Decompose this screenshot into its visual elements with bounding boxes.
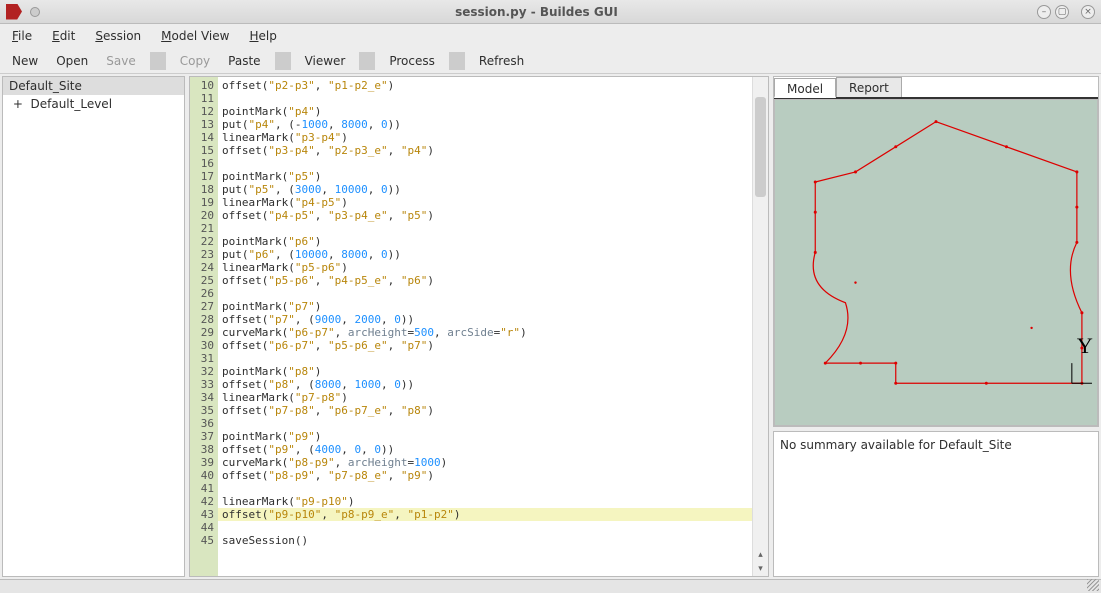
app-icon bbox=[6, 4, 22, 20]
statusbar bbox=[0, 579, 1101, 593]
toolbar-sep bbox=[275, 52, 291, 70]
code-line[interactable]: offset("p6-p7", "p5-p6_e", "p7") bbox=[218, 339, 752, 352]
code-line[interactable] bbox=[218, 521, 752, 534]
code-line[interactable] bbox=[218, 287, 752, 300]
menu-file[interactable]: File bbox=[4, 27, 40, 45]
code-line[interactable]: offset("p8", (8000, 1000, 0)) bbox=[218, 378, 752, 391]
code-line[interactable]: offset("p7-p8", "p6-p7_e", "p8") bbox=[218, 404, 752, 417]
menu-edit[interactable]: Edit bbox=[44, 27, 83, 45]
toolbar: New Open Save Copy Paste Viewer Process … bbox=[0, 48, 1101, 74]
model-outline bbox=[813, 122, 1082, 384]
tool-refresh[interactable]: Refresh bbox=[471, 52, 532, 70]
tool-new[interactable]: New bbox=[4, 52, 46, 70]
code-area[interactable]: offset("p2-p3", "p1-p2_e") pointMark("p4"… bbox=[218, 77, 752, 576]
code-line[interactable]: linearMark("p7-p8") bbox=[218, 391, 752, 404]
summary-text: No summary available for Default_Site bbox=[780, 438, 1012, 452]
tool-paste[interactable]: Paste bbox=[220, 52, 268, 70]
tool-save: Save bbox=[98, 52, 143, 70]
code-line[interactable]: offset("p8-p9", "p7-p8_e", "p9") bbox=[218, 469, 752, 482]
code-line[interactable]: offset("p4-p5", "p3-p4_e", "p5") bbox=[218, 209, 752, 222]
minimize-button[interactable]: – bbox=[1037, 5, 1051, 19]
code-line[interactable] bbox=[218, 352, 752, 365]
code-line[interactable]: pointMark("p6") bbox=[218, 235, 752, 248]
scroll-thumb[interactable] bbox=[755, 97, 766, 197]
close-button[interactable]: × bbox=[1081, 5, 1095, 19]
code-line[interactable]: saveSession() bbox=[218, 534, 752, 547]
code-line[interactable] bbox=[218, 222, 752, 235]
tab-model[interactable]: Model bbox=[774, 78, 836, 98]
tool-open[interactable]: Open bbox=[48, 52, 96, 70]
preview-tabs: Model Report bbox=[774, 77, 1098, 99]
tree-panel[interactable]: Default_Site + Default_Level bbox=[2, 76, 185, 577]
code-line[interactable]: offset("p9-p10", "p8-p9_e", "p1-p2") bbox=[218, 508, 752, 521]
code-line[interactable] bbox=[218, 92, 752, 105]
code-line[interactable]: linearMark("p3-p4") bbox=[218, 131, 752, 144]
code-line[interactable]: curveMark("p8-p9", arcHeight=1000) bbox=[218, 456, 752, 469]
maximize-button[interactable]: ▢ bbox=[1055, 5, 1069, 19]
preview-panel: Model Report Y bbox=[773, 76, 1099, 427]
code-line[interactable]: offset("p9", (4000, 0, 0)) bbox=[218, 443, 752, 456]
code-line[interactable]: offset("p5-p6", "p4-p5_e", "p6") bbox=[218, 274, 752, 287]
code-editor[interactable]: 1011121314151617181920212223242526272829… bbox=[189, 76, 769, 577]
toolbar-sep bbox=[150, 52, 166, 70]
code-line[interactable]: linearMark("p4-p5") bbox=[218, 196, 752, 209]
code-line[interactable]: pointMark("p9") bbox=[218, 430, 752, 443]
window-title: session.py - Buildes GUI bbox=[40, 5, 1033, 19]
code-line[interactable] bbox=[218, 482, 752, 495]
code-line[interactable]: linearMark("p5-p6") bbox=[218, 261, 752, 274]
code-line[interactable]: pointMark("p8") bbox=[218, 365, 752, 378]
code-line[interactable] bbox=[218, 417, 752, 430]
code-line[interactable]: pointMark("p7") bbox=[218, 300, 752, 313]
menu-session[interactable]: Session bbox=[87, 27, 149, 45]
menu-modelview[interactable]: Model View bbox=[153, 27, 237, 45]
code-line[interactable]: put("p5", (3000, 10000, 0)) bbox=[218, 183, 752, 196]
tab-report[interactable]: Report bbox=[836, 77, 902, 97]
code-line[interactable]: curveMark("p6-p7", arcHeight=500, arcSid… bbox=[218, 326, 752, 339]
toolbar-sep bbox=[449, 52, 465, 70]
code-line[interactable] bbox=[218, 157, 752, 170]
code-line[interactable]: pointMark("p5") bbox=[218, 170, 752, 183]
toolbar-sep bbox=[359, 52, 375, 70]
code-line[interactable]: linearMark("p9-p10") bbox=[218, 495, 752, 508]
tool-process[interactable]: Process bbox=[381, 52, 443, 70]
tree-child[interactable]: + Default_Level bbox=[3, 95, 184, 113]
code-line[interactable]: offset("p2-p3", "p1-p2_e") bbox=[218, 79, 752, 92]
scrollbar[interactable]: ▴ ▾ bbox=[752, 77, 768, 576]
code-line[interactable]: offset("p3-p4", "p2-p3_e", "p4") bbox=[218, 144, 752, 157]
menu-help[interactable]: Help bbox=[241, 27, 284, 45]
code-line[interactable]: put("p6", (10000, 8000, 0)) bbox=[218, 248, 752, 261]
line-gutter: 1011121314151617181920212223242526272829… bbox=[190, 77, 218, 576]
tree-root[interactable]: Default_Site bbox=[3, 77, 184, 95]
code-line[interactable]: offset("p7", (9000, 2000, 0)) bbox=[218, 313, 752, 326]
model-viewer[interactable]: Y bbox=[774, 99, 1098, 426]
menubar: File Edit Session Model View Help bbox=[0, 24, 1101, 48]
titlebar: session.py - Buildes GUI – ▢ × bbox=[0, 0, 1101, 24]
tool-viewer[interactable]: Viewer bbox=[297, 52, 354, 70]
resize-grip-icon[interactable] bbox=[1087, 579, 1099, 591]
code-line[interactable]: put("p4", (-1000, 8000, 0)) bbox=[218, 118, 752, 131]
scroll-down-icon[interactable]: ▾ bbox=[753, 562, 768, 576]
axis-label: Y bbox=[1077, 333, 1093, 358]
tool-copy: Copy bbox=[172, 52, 218, 70]
summary-panel: No summary available for Default_Site bbox=[773, 431, 1099, 577]
titlebar-dot-icon bbox=[30, 7, 40, 17]
scroll-up-icon[interactable]: ▴ bbox=[753, 548, 768, 562]
code-line[interactable]: pointMark("p4") bbox=[218, 105, 752, 118]
